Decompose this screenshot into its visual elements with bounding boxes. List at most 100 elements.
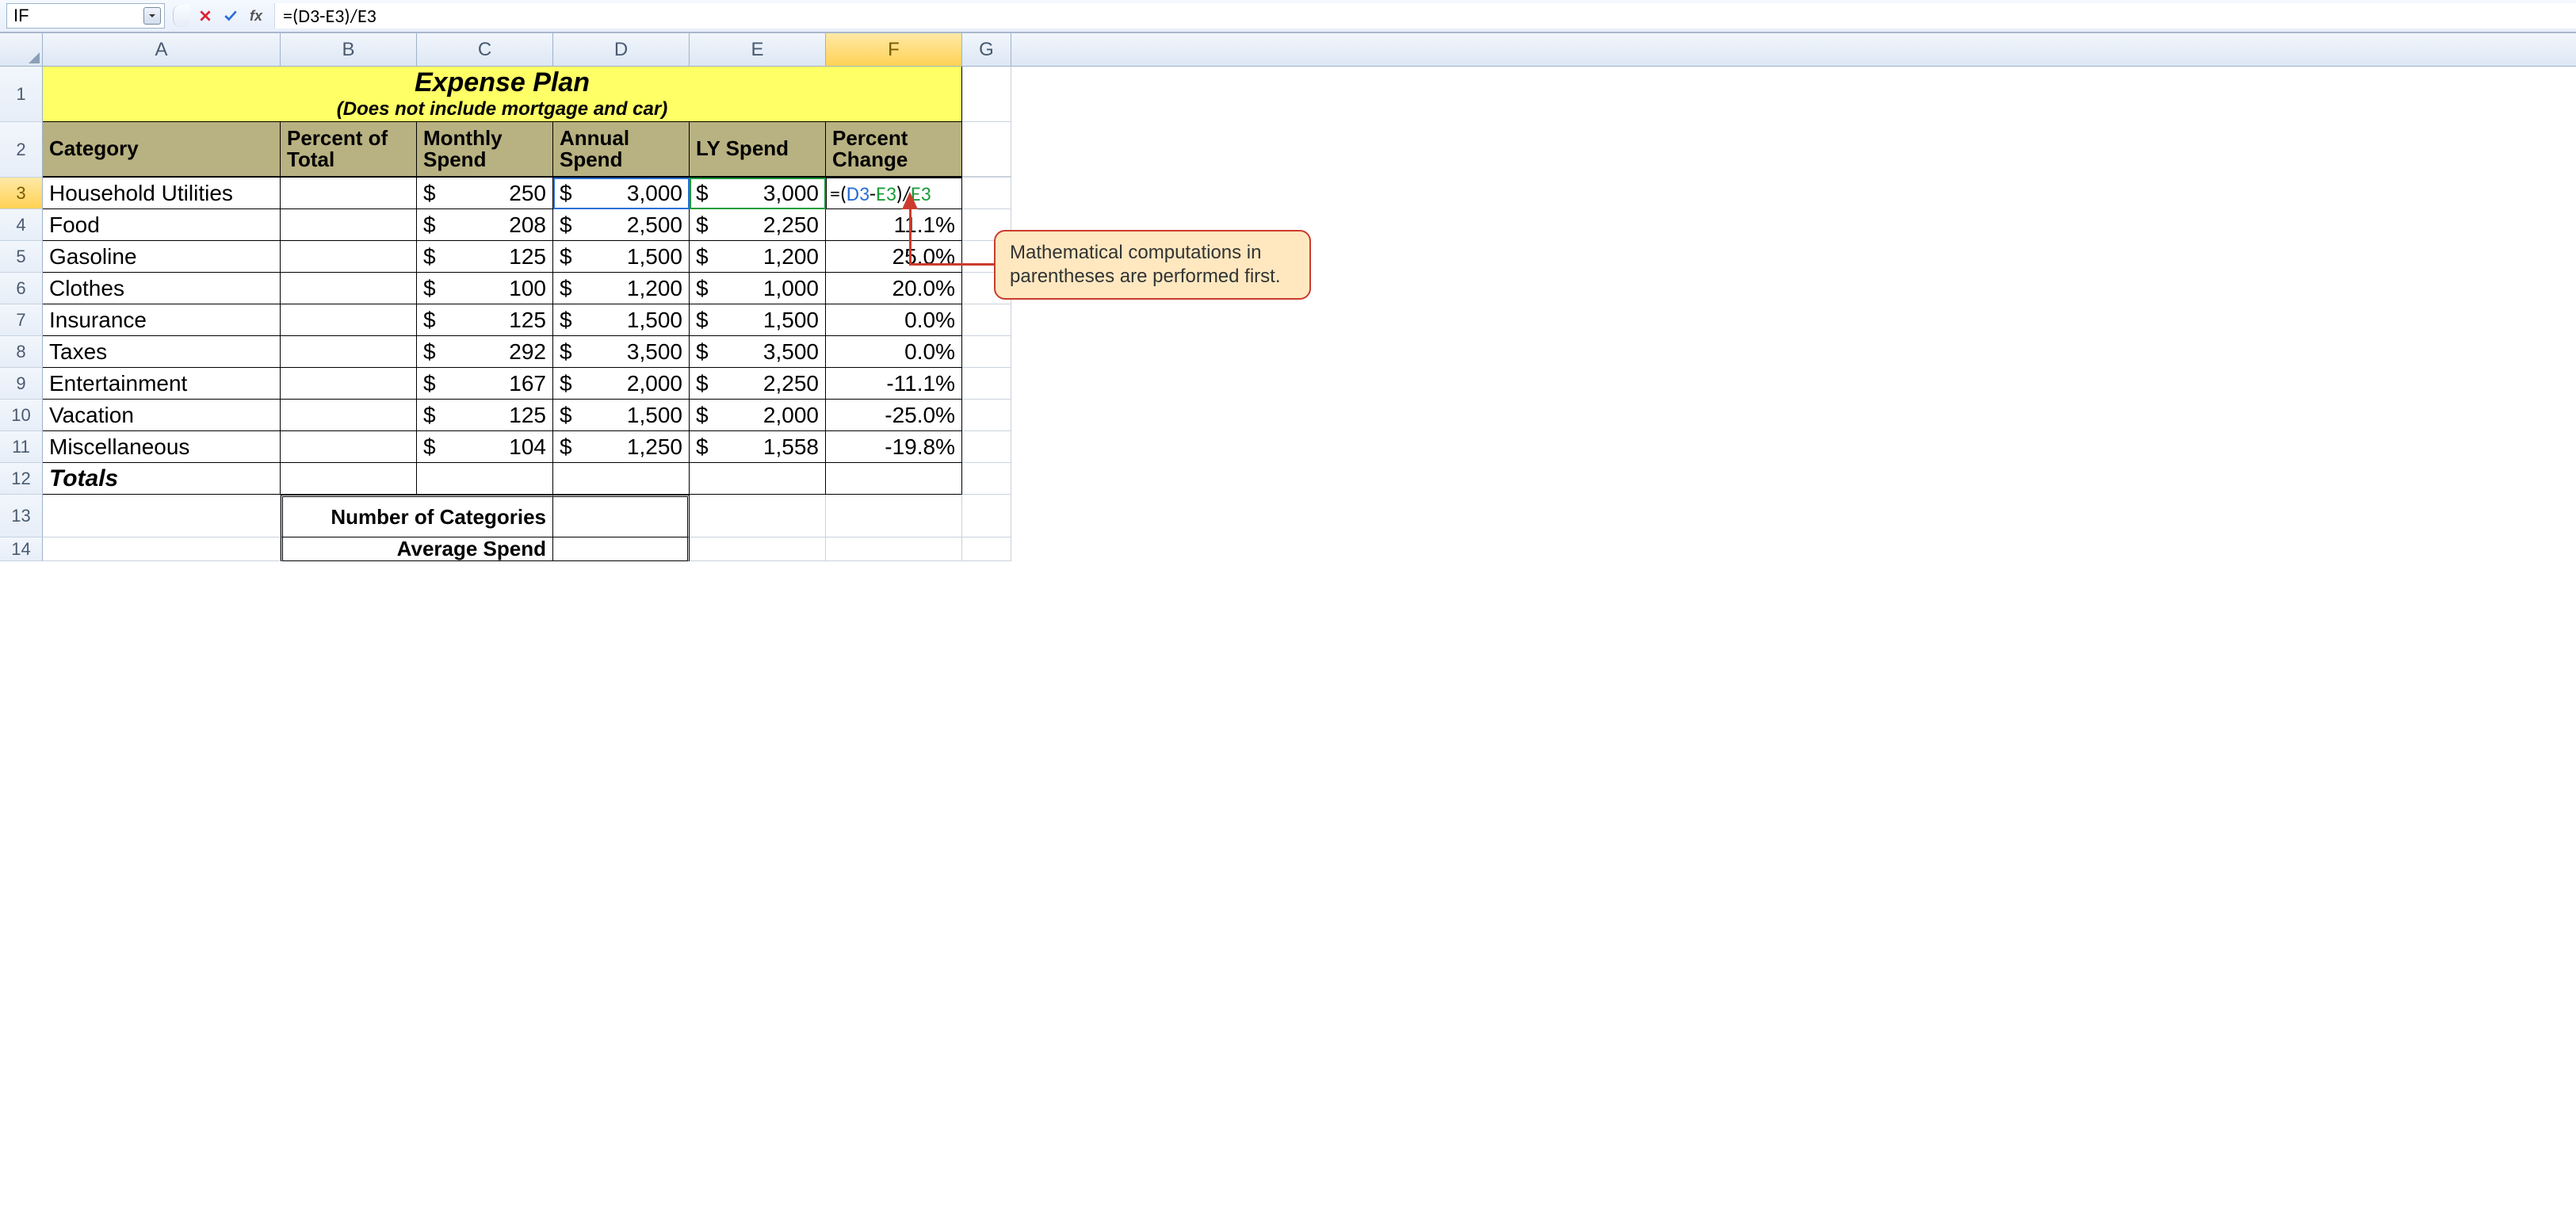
- cell-G2[interactable]: [962, 122, 1011, 178]
- cell-D4[interactable]: $2,500: [553, 209, 690, 241]
- row-header-5[interactable]: 5: [0, 241, 43, 273]
- cell-F6[interactable]: 20.0%: [826, 273, 962, 304]
- cell-G3[interactable]: [962, 178, 1011, 209]
- cell-D14[interactable]: [553, 537, 690, 561]
- column-header-D[interactable]: D: [553, 33, 690, 66]
- cell-B8[interactable]: [281, 336, 417, 368]
- name-box[interactable]: IF: [6, 3, 165, 29]
- cell-A11[interactable]: Miscellaneous: [43, 431, 281, 463]
- cell-A14[interactable]: [43, 537, 281, 561]
- cell-E9[interactable]: $2,250: [690, 368, 826, 400]
- cell-F9[interactable]: -11.1%: [826, 368, 962, 400]
- row-header-12[interactable]: 12: [0, 463, 43, 495]
- cell-E12[interactable]: [690, 463, 826, 495]
- cell-A3[interactable]: Household Utilities: [43, 178, 281, 209]
- name-box-dropdown[interactable]: [143, 7, 161, 25]
- cell-F8[interactable]: 0.0%: [826, 336, 962, 368]
- column-header-E[interactable]: E: [690, 33, 826, 66]
- totals-label-cell[interactable]: Totals: [43, 463, 281, 495]
- cell-G7[interactable]: [962, 304, 1011, 336]
- cell-F10[interactable]: -25.0%: [826, 400, 962, 431]
- cell-D12[interactable]: [553, 463, 690, 495]
- select-all-corner[interactable]: [0, 33, 43, 66]
- cell-A10[interactable]: Vacation: [43, 400, 281, 431]
- cell-C8[interactable]: $292: [417, 336, 553, 368]
- cell-F11[interactable]: -19.8%: [826, 431, 962, 463]
- cell-C9[interactable]: $167: [417, 368, 553, 400]
- column-header-F[interactable]: F: [826, 33, 962, 66]
- cell-E7[interactable]: $1,500: [690, 304, 826, 336]
- cancel-button[interactable]: [195, 6, 216, 26]
- cell-C7[interactable]: $125: [417, 304, 553, 336]
- header-ly-spend[interactable]: LY Spend: [690, 122, 826, 178]
- cell-E14[interactable]: [690, 537, 826, 561]
- cell-G14[interactable]: [962, 537, 1011, 561]
- row-header-13[interactable]: 13: [0, 495, 43, 537]
- cell-D6[interactable]: $1,200: [553, 273, 690, 304]
- num-categories-label[interactable]: Number of Categories: [281, 495, 553, 537]
- row-header-8[interactable]: 8: [0, 336, 43, 368]
- cell-E5[interactable]: $1,200: [690, 241, 826, 273]
- enter-button[interactable]: [220, 6, 241, 26]
- cell-F13[interactable]: [826, 495, 962, 537]
- row-header-10[interactable]: 10: [0, 400, 43, 431]
- cell-B6[interactable]: [281, 273, 417, 304]
- cell-F7[interactable]: 0.0%: [826, 304, 962, 336]
- cell-D10[interactable]: $1,500: [553, 400, 690, 431]
- cell-C5[interactable]: $125: [417, 241, 553, 273]
- column-header-A[interactable]: A: [43, 33, 281, 66]
- column-header-C[interactable]: C: [417, 33, 553, 66]
- insert-function-button[interactable]: fx: [246, 6, 266, 26]
- cell-C4[interactable]: $208: [417, 209, 553, 241]
- row-header-4[interactable]: 4: [0, 209, 43, 241]
- cell-B10[interactable]: [281, 400, 417, 431]
- row-header-14[interactable]: 14: [0, 537, 43, 561]
- header-percent-total[interactable]: Percent of Total: [281, 122, 417, 178]
- cell-G11[interactable]: [962, 431, 1011, 463]
- cell-D8[interactable]: $3,500: [553, 336, 690, 368]
- row-header-6[interactable]: 6: [0, 273, 43, 304]
- cell-C6[interactable]: $100: [417, 273, 553, 304]
- cell-G8[interactable]: [962, 336, 1011, 368]
- cell-A6[interactable]: Clothes: [43, 273, 281, 304]
- cell-D7[interactable]: $1,500: [553, 304, 690, 336]
- cell-E6[interactable]: $1,000: [690, 273, 826, 304]
- formula-input[interactable]: =(D3-E3)/E3: [274, 3, 2576, 29]
- spreadsheet-grid[interactable]: 1 Expense Plan (Does not include mortgag…: [0, 67, 2576, 561]
- cell-A9[interactable]: Entertainment: [43, 368, 281, 400]
- row-header-7[interactable]: 7: [0, 304, 43, 336]
- column-header-B[interactable]: B: [281, 33, 417, 66]
- title-merged-cell[interactable]: Expense Plan (Does not include mortgage …: [43, 67, 962, 122]
- cell-E8[interactable]: $3,500: [690, 336, 826, 368]
- cell-F14[interactable]: [826, 537, 962, 561]
- cell-A8[interactable]: Taxes: [43, 336, 281, 368]
- cell-B11[interactable]: [281, 431, 417, 463]
- cell-D5[interactable]: $1,500: [553, 241, 690, 273]
- row-header-9[interactable]: 9: [0, 368, 43, 400]
- row-header-1[interactable]: 1: [0, 67, 43, 122]
- column-header-G[interactable]: G: [962, 33, 1011, 66]
- cell-E3[interactable]: $3,000: [690, 178, 826, 209]
- cell-G9[interactable]: [962, 368, 1011, 400]
- header-monthly-spend[interactable]: Monthly Spend: [417, 122, 553, 178]
- cell-F12[interactable]: [826, 463, 962, 495]
- cell-F4[interactable]: 11.1%: [826, 209, 962, 241]
- cell-C12[interactable]: [417, 463, 553, 495]
- cell-C3[interactable]: $250: [417, 178, 553, 209]
- cell-B9[interactable]: [281, 368, 417, 400]
- cell-E13[interactable]: [690, 495, 826, 537]
- cell-D3[interactable]: $3,000: [553, 178, 690, 209]
- cell-G10[interactable]: [962, 400, 1011, 431]
- cell-F5[interactable]: 25.0%: [826, 241, 962, 273]
- cell-A4[interactable]: Food: [43, 209, 281, 241]
- cell-D13[interactable]: [553, 495, 690, 537]
- cell-D9[interactable]: $2,000: [553, 368, 690, 400]
- cell-B3[interactable]: [281, 178, 417, 209]
- cell-E10[interactable]: $2,000: [690, 400, 826, 431]
- header-category[interactable]: Category: [43, 122, 281, 178]
- cell-G12[interactable]: [962, 463, 1011, 495]
- cell-E11[interactable]: $1,558: [690, 431, 826, 463]
- cell-E4[interactable]: $2,250: [690, 209, 826, 241]
- cell-B12[interactable]: [281, 463, 417, 495]
- cell-F3[interactable]: =(D3-E3)/E3: [826, 178, 962, 209]
